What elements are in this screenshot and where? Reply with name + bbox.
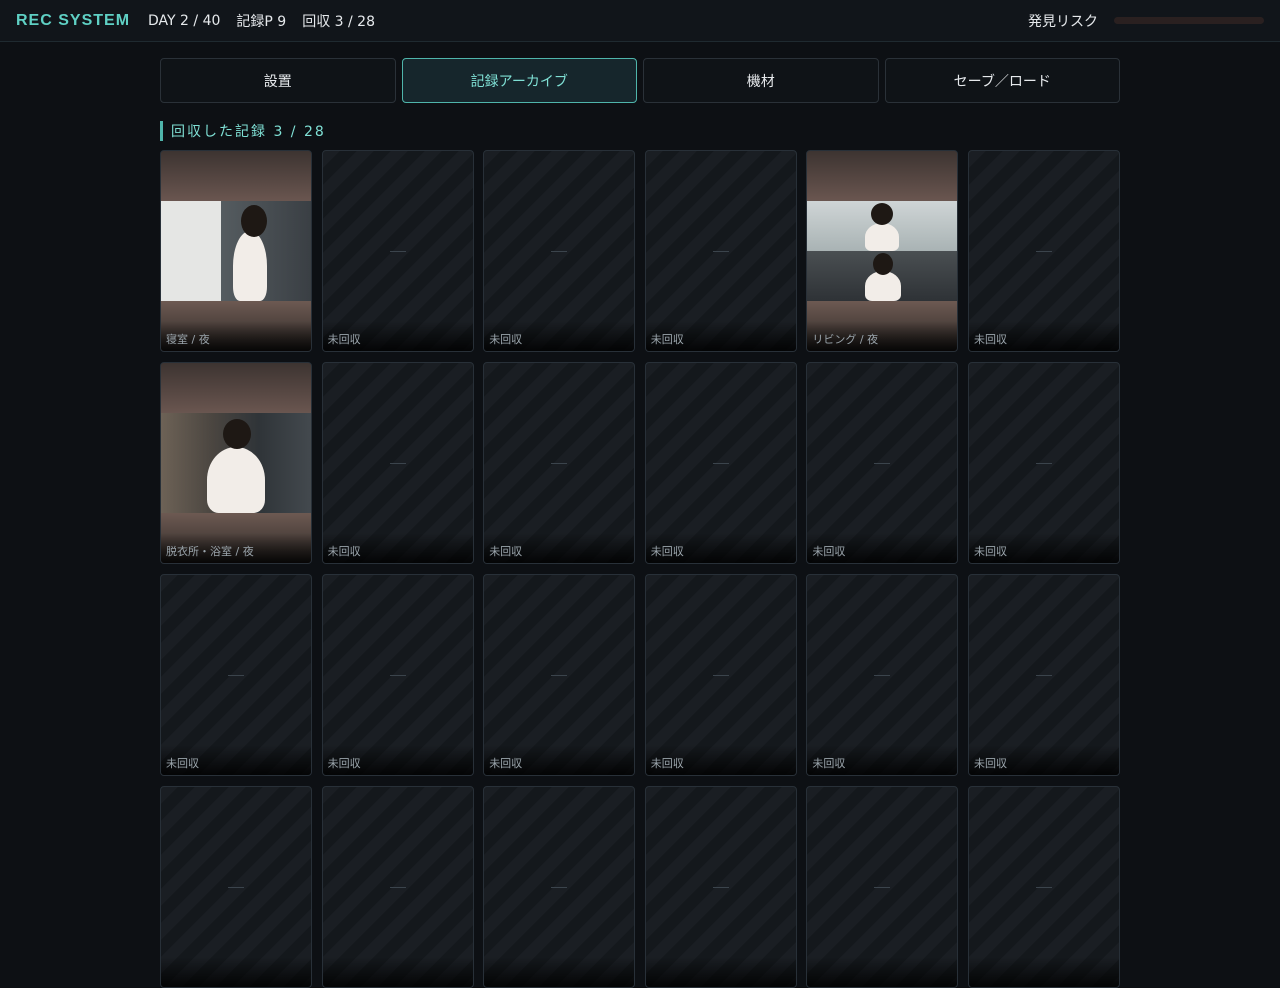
- empty-slot-dash: [1035, 251, 1052, 252]
- archive-card-caption: 未回収: [807, 533, 958, 563]
- discovery-risk-label: 発見リスク: [1028, 13, 1098, 30]
- empty-slot-dash: [389, 251, 406, 252]
- app-title: REC SYSTEM: [16, 11, 131, 29]
- figure-head: [871, 203, 894, 225]
- photo-blur-top: [161, 363, 311, 413]
- archive-card-empty[interactable]: [806, 786, 959, 988]
- archive-card-empty[interactable]: [160, 786, 312, 988]
- figure-body: [865, 271, 902, 301]
- figure-body: [233, 231, 267, 301]
- archive-card-caption: 未回収: [322, 321, 473, 351]
- record-points: 記録P 9: [236, 13, 287, 30]
- record-thumbnail: [161, 201, 311, 301]
- empty-slot-dash: [1035, 463, 1052, 464]
- archive-card-caption: 未回収: [968, 745, 1119, 775]
- archive-card-caption: [645, 957, 796, 987]
- archive-card-empty[interactable]: 未回収: [321, 150, 474, 352]
- archive-card-caption: 未回収: [161, 745, 311, 775]
- figure-head: [241, 205, 267, 237]
- recovered-counter: 回収 3 / 28: [302, 13, 375, 30]
- archive-card-recovered[interactable]: 脱衣所・浴室 / 夜: [160, 362, 312, 564]
- empty-slot-dash: [1035, 887, 1052, 888]
- archive-card-caption: 未回収: [968, 321, 1119, 351]
- archive-card-empty[interactable]: 未回収: [967, 150, 1120, 352]
- empty-slot-dash: [712, 675, 729, 676]
- empty-slot-dash: [1035, 675, 1052, 676]
- record-thumbnail: [807, 201, 958, 301]
- archive-card-caption: 脱衣所・浴室 / 夜: [161, 533, 311, 563]
- archive-card-empty[interactable]: 未回収: [321, 362, 474, 564]
- archive-card-caption: [807, 957, 958, 987]
- archive-card-caption: 未回収: [968, 533, 1119, 563]
- record-thumbnail: [161, 413, 311, 513]
- archive-card-caption: 未回収: [645, 533, 796, 563]
- empty-slot-dash: [874, 887, 891, 888]
- archive-card-empty[interactable]: 未回収: [483, 574, 636, 776]
- day-counter: DAY 2 / 40: [148, 12, 221, 29]
- archive-card-caption: [161, 957, 311, 987]
- archive-card-caption: 未回収: [322, 533, 473, 563]
- archive-card-empty[interactable]: 未回収: [967, 574, 1120, 776]
- archive-card-empty[interactable]: 未回収: [483, 362, 636, 564]
- archive-section-title: 回収した記録 3 / 28: [160, 121, 326, 141]
- archive-grid: 寝室 / 夜未回収 未回収 未回収 リビング / 夜未回収 脱衣所・浴室 / 夜未回収未…: [160, 150, 1120, 988]
- archive-card-caption: [322, 957, 473, 987]
- empty-slot-dash: [228, 675, 244, 676]
- archive-card-empty[interactable]: [967, 786, 1120, 988]
- archive-card-empty[interactable]: 未回収: [321, 574, 474, 776]
- tab-record-archive[interactable]: 記録アーカイブ: [401, 58, 637, 103]
- tab-equipment[interactable]: 機材: [643, 58, 879, 103]
- archive-card-caption: 未回収: [645, 745, 796, 775]
- empty-slot-dash: [228, 887, 244, 888]
- tab-save-load[interactable]: セーブ／ロード: [884, 58, 1120, 103]
- archive-card-caption: 未回収: [807, 745, 958, 775]
- archive-card-empty[interactable]: 未回収: [806, 362, 959, 564]
- archive-card-empty[interactable]: 未回収: [644, 150, 797, 352]
- discovery-risk-meter: [1114, 17, 1264, 24]
- archive-card-empty[interactable]: [321, 786, 474, 988]
- empty-slot-dash: [712, 463, 729, 464]
- archive-card-recovered[interactable]: 寝室 / 夜: [160, 150, 312, 352]
- archive-card-empty[interactable]: [644, 786, 797, 988]
- empty-slot-dash: [874, 675, 891, 676]
- empty-slot-dash: [712, 887, 729, 888]
- figure-head: [223, 419, 251, 449]
- top-bar: REC SYSTEM DAY 2 / 40 記録P 9 回収 3 / 28 発見…: [0, 0, 1280, 42]
- archive-card-caption: 未回収: [322, 745, 473, 775]
- figure-body: [865, 223, 900, 251]
- main-tabs: 設置 記録アーカイブ 機材 セーブ／ロード: [160, 58, 1120, 103]
- empty-slot-dash: [389, 887, 406, 888]
- archive-card-caption: 寝室 / 夜: [161, 321, 311, 351]
- empty-slot-dash: [712, 251, 729, 252]
- empty-slot-dash: [389, 463, 406, 464]
- photo-blur-top: [807, 151, 958, 201]
- archive-card-recovered[interactable]: リビング / 夜: [806, 150, 959, 352]
- archive-card-caption: 未回収: [645, 321, 796, 351]
- archive-card-empty[interactable]: 未回収: [806, 574, 959, 776]
- empty-slot-dash: [551, 463, 568, 464]
- empty-slot-dash: [551, 675, 568, 676]
- tab-setup[interactable]: 設置: [160, 58, 396, 103]
- photo-blur-top: [161, 151, 311, 201]
- archive-card-caption: 未回収: [484, 321, 635, 351]
- empty-slot-dash: [551, 887, 568, 888]
- archive-card-empty[interactable]: [483, 786, 636, 988]
- archive-card-empty[interactable]: 未回収: [160, 574, 312, 776]
- archive-card-empty[interactable]: 未回収: [644, 574, 797, 776]
- archive-card-caption: リビング / 夜: [807, 321, 958, 351]
- archive-card-caption: [484, 957, 635, 987]
- figure-body: [207, 447, 265, 513]
- archive-card-caption: 未回収: [484, 533, 635, 563]
- empty-slot-dash: [389, 675, 406, 676]
- archive-card-caption: [968, 957, 1119, 987]
- archive-card-caption: 未回収: [484, 745, 635, 775]
- archive-card-empty[interactable]: 未回収: [483, 150, 636, 352]
- empty-slot-dash: [874, 463, 891, 464]
- archive-card-empty[interactable]: 未回収: [967, 362, 1120, 564]
- empty-slot-dash: [551, 251, 568, 252]
- archive-card-empty[interactable]: 未回収: [644, 362, 797, 564]
